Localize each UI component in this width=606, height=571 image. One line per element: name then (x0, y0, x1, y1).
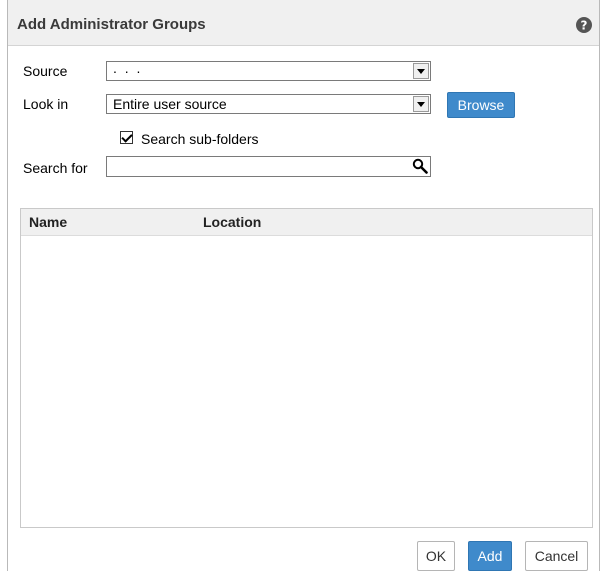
dialog-titlebar: Add Administrator Groups ? (8, 0, 599, 46)
table-header: Name Location (21, 209, 592, 236)
add-button[interactable]: Add (468, 541, 512, 571)
results-table: Name Location (20, 208, 593, 528)
chevron-down-icon[interactable] (413, 96, 429, 112)
help-icon[interactable]: ? (576, 17, 592, 33)
column-location[interactable]: Location (203, 214, 261, 230)
source-select[interactable]: . . . (106, 60, 431, 81)
add-admin-groups-dialog: Add Administrator Groups ? Source . . . … (7, 0, 600, 571)
column-name[interactable]: Name (29, 214, 67, 230)
svg-text:?: ? (581, 19, 588, 33)
subfolders-label: Search sub-folders (141, 131, 259, 147)
searchfor-label: Search for (23, 160, 88, 176)
ok-button[interactable]: OK (417, 541, 455, 571)
browse-button[interactable]: Browse (447, 92, 515, 118)
search-icon[interactable] (412, 158, 428, 174)
lookin-value: Entire user source (113, 96, 227, 112)
search-input[interactable] (106, 156, 431, 177)
lookin-label: Look in (23, 96, 69, 112)
chevron-down-icon[interactable] (413, 63, 429, 79)
subfolders-checkbox[interactable] (120, 131, 133, 144)
source-label: Source (23, 63, 68, 79)
cancel-button[interactable]: Cancel (525, 541, 588, 571)
dialog-title: Add Administrator Groups (17, 16, 206, 33)
source-value: . . . (113, 60, 143, 76)
lookin-select[interactable]: Entire user source (106, 94, 431, 114)
